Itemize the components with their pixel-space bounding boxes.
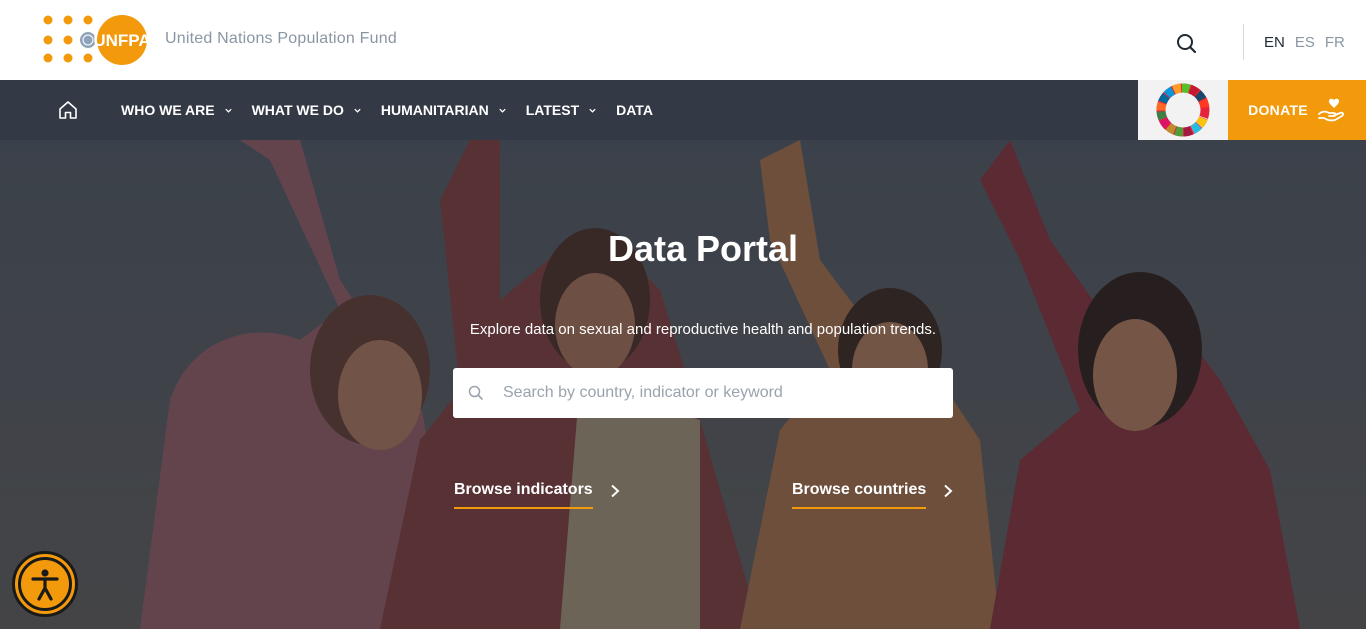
nav-latest[interactable]: LATEST: [526, 102, 597, 118]
lang-fr[interactable]: FR: [1325, 34, 1345, 51]
language-switcher: EN ES FR: [1264, 34, 1345, 51]
svg-text:UNFPA: UNFPA: [93, 31, 150, 50]
accessibility-icon: [18, 557, 72, 611]
data-search-box[interactable]: [453, 368, 953, 418]
browse-indicators-label: Browse indicators: [454, 481, 593, 509]
browse-countries-link[interactable]: Browse countries: [792, 481, 954, 509]
chevron-right-icon: [944, 484, 953, 498]
search-input[interactable]: [503, 384, 943, 402]
nav-label: LATEST: [525, 102, 580, 118]
lang-en[interactable]: EN: [1264, 34, 1285, 51]
nav-humanitarian[interactable]: HUMANITARIAN: [381, 102, 507, 118]
page-subtitle: Explore data on sexual and reproductive …: [469, 321, 937, 338]
top-header: UNFPA United Nations Population Fund EN …: [0, 0, 1366, 80]
home-icon[interactable]: [56, 98, 80, 122]
unfpa-logo[interactable]: UNFPA: [42, 14, 151, 66]
donate-label: DONATE: [1248, 102, 1308, 118]
browse-indicators-link[interactable]: Browse indicators: [454, 481, 621, 509]
lang-es[interactable]: ES: [1295, 34, 1315, 51]
browse-countries-label: Browse countries: [792, 481, 927, 509]
donate-hand-heart-icon: [1318, 98, 1344, 122]
nav-label: DATA: [616, 102, 653, 118]
nav-what-we-do[interactable]: WHAT WE DO: [252, 102, 362, 118]
donate-button[interactable]: DONATE: [1228, 80, 1366, 140]
nav-label: HUMANITARIAN: [380, 102, 489, 118]
nav-label: WHAT WE DO: [251, 102, 344, 118]
nav-data[interactable]: DATA: [616, 102, 653, 118]
sdg-wheel-icon[interactable]: [1138, 80, 1228, 140]
hero-section: Data Portal Explore data on sexual and r…: [0, 140, 1366, 629]
chevron-down-icon: [354, 108, 361, 113]
chevron-down-icon: [499, 108, 506, 113]
chevron-right-icon: [611, 484, 620, 498]
page-title: Data Portal: [607, 228, 799, 269]
nav-label: WHO WE ARE: [121, 102, 215, 118]
chevron-down-icon: [589, 108, 596, 113]
search-icon[interactable]: [1172, 29, 1200, 57]
nav-who-we-are[interactable]: WHO WE ARE: [121, 102, 233, 118]
org-name[interactable]: United Nations Population Fund: [165, 30, 397, 48]
main-nav: WHO WE ARE WHAT WE DO HUMANITARIAN LATES…: [121, 80, 672, 140]
chevron-down-icon: [224, 108, 232, 113]
search-icon: [468, 385, 483, 400]
header-divider: [1243, 24, 1244, 60]
accessibility-button[interactable]: [12, 551, 78, 617]
